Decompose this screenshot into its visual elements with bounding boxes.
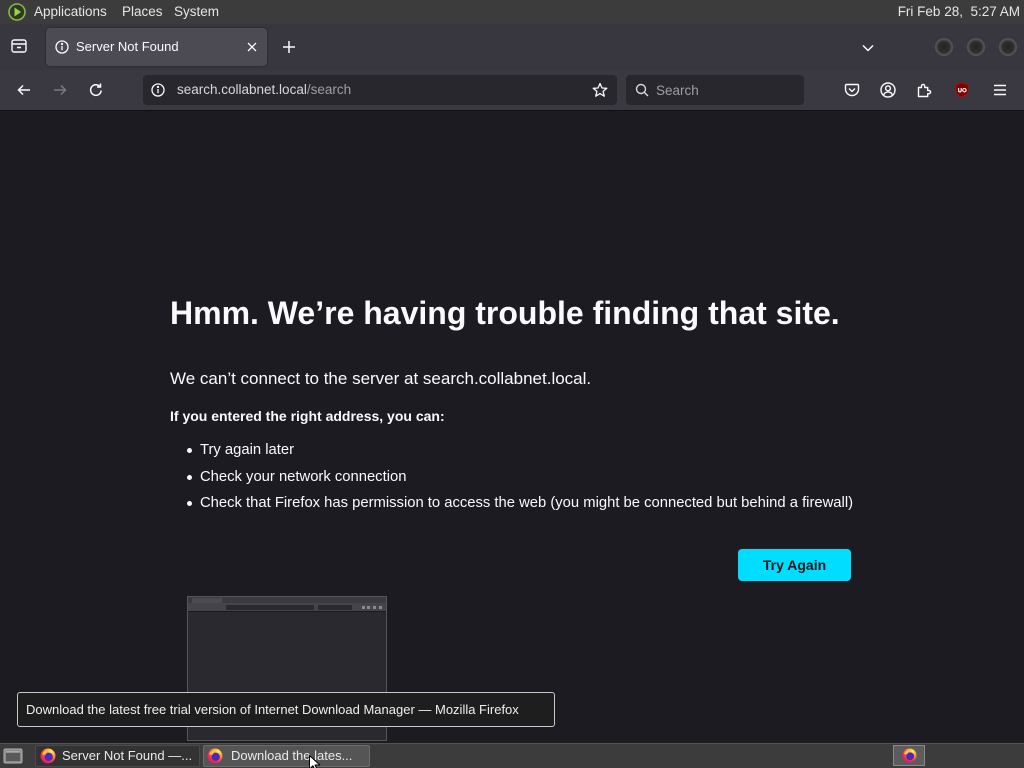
firefox-icon — [902, 748, 917, 763]
workspace-switcher[interactable] — [893, 745, 925, 766]
forward-arrow-icon[interactable] — [52, 82, 68, 98]
preview-url-bar — [226, 605, 314, 610]
search-icon — [635, 83, 649, 97]
hamburger-menu-icon[interactable] — [992, 82, 1008, 98]
site-info-icon[interactable] — [151, 83, 165, 97]
distro-logo-icon[interactable] — [8, 3, 26, 21]
task-label: Server Not Found —... — [62, 748, 193, 763]
error-title: Hmm. We’re having trouble finding that s… — [170, 295, 840, 331]
url-path: /search — [306, 82, 352, 97]
close-icon[interactable] — [245, 40, 259, 54]
preview-toolbar-icons — [362, 606, 382, 609]
taskbar-tooltip: Download the latest free trial version o… — [17, 692, 555, 727]
suggestion-item: Check your network connection — [170, 464, 853, 491]
url-text[interactable]: search.collabnet.local/search — [177, 75, 351, 105]
bottom-taskbar: Server Not Found —... Download the lates… — [0, 743, 1024, 768]
pocket-icon[interactable] — [844, 82, 860, 98]
preview-search-bar — [318, 605, 352, 610]
ublock-origin-icon[interactable] — [954, 82, 970, 98]
bullet-icon — [187, 474, 192, 480]
search-bar[interactable] — [626, 75, 804, 105]
back-arrow-icon[interactable] — [16, 82, 32, 98]
show-desktop-icon[interactable] — [3, 747, 23, 765]
mouse-pointer-icon — [309, 755, 321, 768]
navigation-toolbar: search.collabnet.local/search — [0, 70, 1024, 111]
suggestion-item: Check that Firefox has permission to acc… — [170, 490, 853, 517]
reload-icon[interactable] — [88, 82, 104, 98]
account-icon[interactable] — [880, 82, 896, 98]
plus-icon[interactable] — [281, 39, 297, 55]
bullet-icon — [187, 501, 192, 506]
url-domain: search.collabnet.local — [177, 82, 307, 97]
suggestion-text: Check that Firefox has permission to acc… — [200, 495, 854, 511]
error-description: We can’t connect to the server at search… — [170, 369, 592, 388]
try-again-button[interactable]: Try Again — [738, 549, 851, 581]
star-icon[interactable] — [592, 82, 608, 98]
firefox-icon — [40, 748, 56, 764]
task-label: Download the lates... — [231, 748, 353, 763]
suggestions-list: Try again later Check your network conne… — [170, 437, 853, 517]
page-content: Hmm. We’re having trouble finding that s… — [0, 111, 1024, 743]
taskbar-task[interactable]: Download the lates... — [203, 745, 370, 767]
suggestion-item: Try again later — [170, 437, 853, 464]
suggestions-heading: If you entered the right address, you ca… — [170, 408, 445, 424]
suggestion-text: Check your network connection — [200, 468, 407, 485]
panel-clock[interactable]: Fri Feb 28, 5:27 AM — [898, 4, 1020, 20]
browser-tab[interactable]: Server Not Found — [46, 28, 267, 66]
firefox-icon — [207, 748, 223, 764]
taskbar-task[interactable]: Server Not Found —... — [35, 745, 200, 767]
suggestion-text: Try again later — [200, 442, 295, 458]
preview-toolbar — [188, 603, 386, 612]
desktop-top-panel: Applications Places System Fri Feb 28, 5… — [0, 0, 1024, 24]
extensions-icon[interactable] — [916, 82, 932, 98]
tab-overview-icon[interactable] — [10, 37, 28, 55]
url-bar[interactable]: search.collabnet.local/search — [143, 75, 617, 105]
info-icon — [55, 40, 69, 54]
search-input[interactable] — [656, 75, 796, 105]
places-menu[interactable]: Places — [122, 4, 163, 20]
chevron-down-icon[interactable] — [860, 40, 876, 56]
tab-title: Server Not Found — [76, 39, 179, 54]
maximize-icon[interactable] — [967, 38, 985, 56]
minimize-icon[interactable] — [935, 38, 953, 56]
system-menu[interactable]: System — [174, 4, 219, 20]
close-window-icon[interactable] — [999, 38, 1017, 56]
applications-menu[interactable]: Applications — [34, 4, 107, 20]
browser-tab-strip: Server Not Found — [0, 24, 1024, 70]
bullet-icon — [187, 448, 192, 453]
